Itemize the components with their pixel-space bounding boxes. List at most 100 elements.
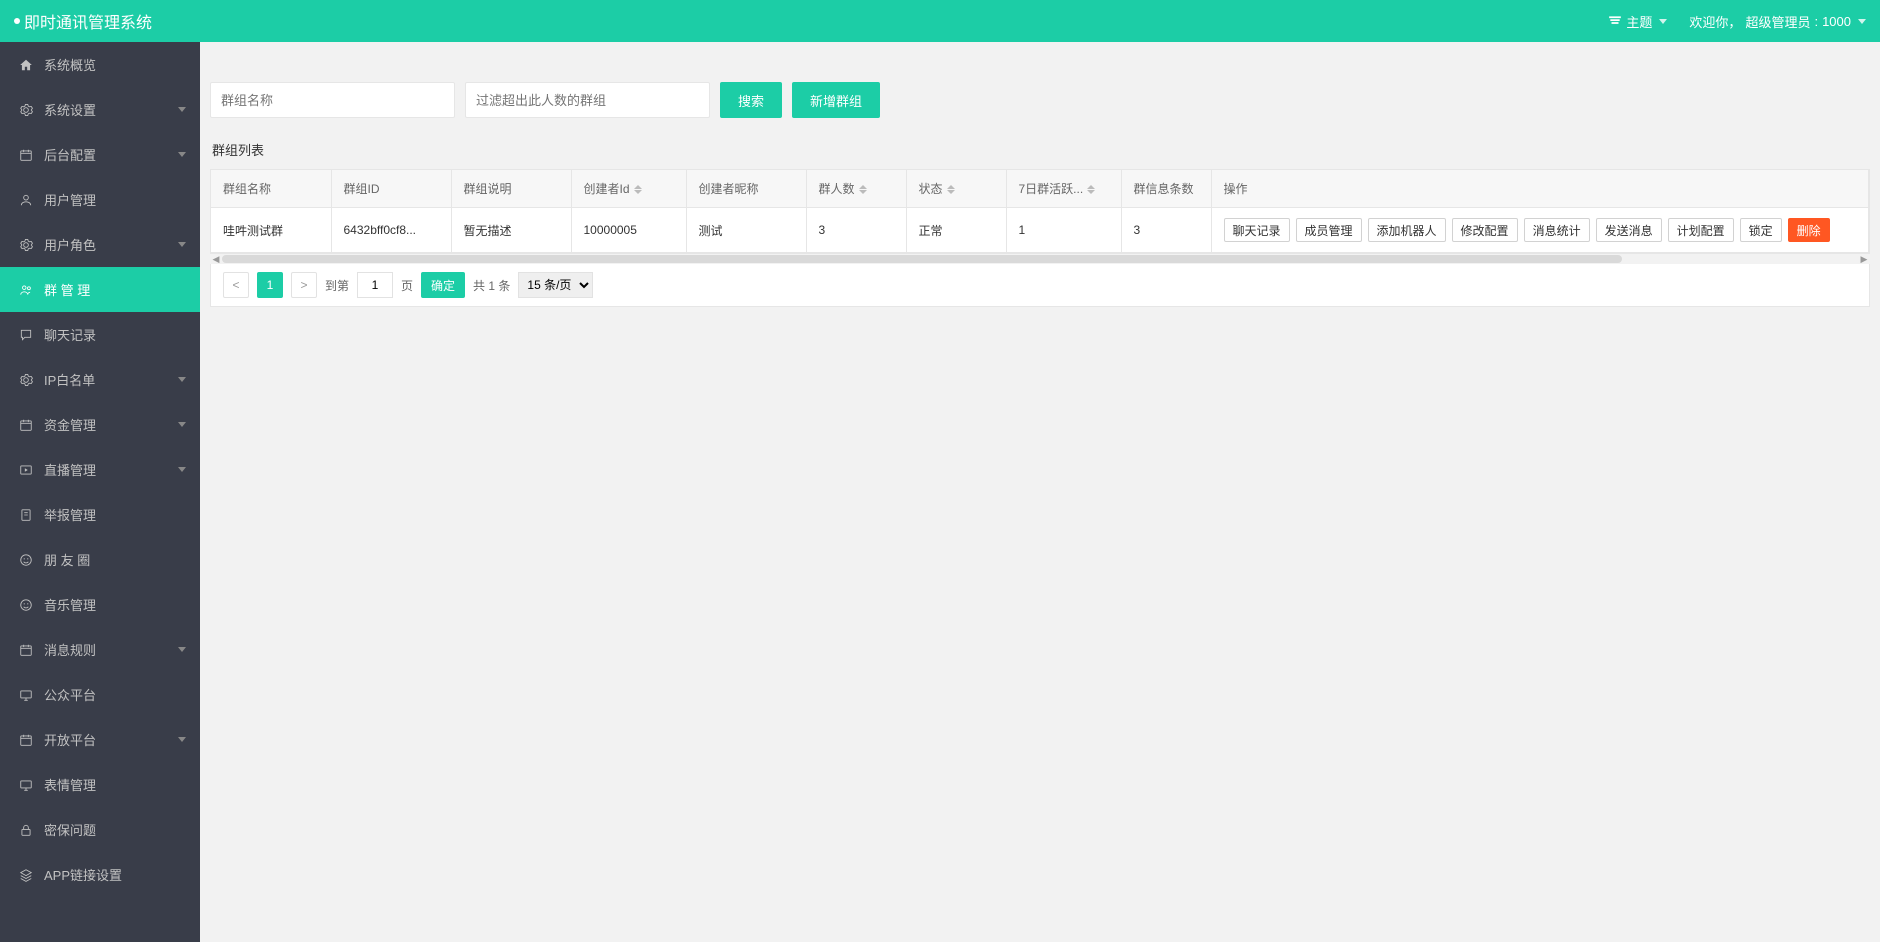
- sidebar-item-16[interactable]: 表情管理: [0, 762, 200, 807]
- sidebar-item-18[interactable]: APP链接设置: [0, 852, 200, 897]
- column-header[interactable]: 状态: [906, 170, 1006, 208]
- chevron-down-icon: [178, 647, 186, 652]
- goto-page-input[interactable]: [357, 272, 393, 298]
- sidebar-item-label: IP白名单: [44, 370, 95, 389]
- chevron-down-icon: [178, 107, 186, 112]
- sidebar-item-label: 朋 友 圈: [44, 550, 90, 569]
- table-cell: 哇吽测试群: [211, 208, 331, 253]
- sidebar-item-15[interactable]: 开放平台: [0, 717, 200, 762]
- goto-confirm-button[interactable]: 确定: [421, 272, 465, 298]
- scrollbar-thumb[interactable]: [222, 255, 1622, 263]
- home-icon: [18, 58, 34, 72]
- header-bar: 即时通讯管理系统 主题 欢迎你， 超级管理员 : 1000: [0, 0, 1880, 42]
- user-menu[interactable]: 欢迎你， 超级管理员 : 1000: [1689, 12, 1866, 31]
- lock-icon: [18, 823, 34, 837]
- theme-switcher[interactable]: 主题: [1608, 12, 1667, 31]
- action-button[interactable]: 锁定: [1740, 218, 1782, 242]
- scroll-right-arrow[interactable]: ▶: [1858, 254, 1870, 264]
- sidebar-item-14[interactable]: 公众平台: [0, 672, 200, 717]
- search-button[interactable]: 搜索: [720, 82, 782, 118]
- sidebar-item-8[interactable]: 资金管理: [0, 402, 200, 447]
- chevron-down-icon: [1659, 19, 1667, 24]
- group-name-input[interactable]: [210, 82, 455, 118]
- sidebar-item-10[interactable]: 举报管理: [0, 492, 200, 537]
- table-row: 哇吽测试群6432bff0cf8...暂无描述10000005测试3正常13聊天…: [211, 208, 1869, 253]
- sidebar-item-2[interactable]: 后台配置: [0, 132, 200, 177]
- table-title: 群组列表: [200, 130, 1880, 169]
- welcome-prefix: 欢迎你，: [1689, 12, 1741, 31]
- action-cell: 聊天记录成员管理添加机器人修改配置消息统计发送消息计划配置锁定删除: [1211, 208, 1869, 253]
- smile-icon: [18, 553, 34, 567]
- action-button[interactable]: 成员管理: [1296, 218, 1362, 242]
- sidebar-item-9[interactable]: 直播管理: [0, 447, 200, 492]
- table-cell: 暂无描述: [451, 208, 571, 253]
- sidebar-item-label: 系统概览: [44, 55, 96, 74]
- column-header[interactable]: 创建者Id: [571, 170, 686, 208]
- theme-label: 主题: [1626, 12, 1652, 31]
- page-number-button[interactable]: 1: [257, 272, 283, 298]
- toolbar: 搜索 新增群组: [200, 42, 1880, 130]
- sidebar-item-0[interactable]: 系统概览: [0, 42, 200, 87]
- column-header[interactable]: 群人数: [806, 170, 906, 208]
- gear-icon: [18, 103, 34, 117]
- action-button[interactable]: 删除: [1788, 218, 1830, 242]
- chevron-down-icon: [1858, 19, 1866, 24]
- chevron-down-icon: [178, 737, 186, 742]
- chevron-down-icon: [178, 377, 186, 382]
- total-text: 共 1 条: [473, 277, 510, 294]
- sidebar-item-5[interactable]: 群 管 理: [0, 267, 200, 312]
- action-button[interactable]: 计划配置: [1668, 218, 1734, 242]
- action-button[interactable]: 消息统计: [1524, 218, 1590, 242]
- sidebar-item-3[interactable]: 用户管理: [0, 177, 200, 222]
- user-icon: [18, 193, 34, 207]
- play-icon: [18, 463, 34, 477]
- action-button[interactable]: 发送消息: [1596, 218, 1662, 242]
- horizontal-scrollbar[interactable]: ◀ ▶: [210, 254, 1870, 264]
- app-title-text: 即时通讯管理系统: [24, 9, 152, 33]
- sidebar-item-label: 举报管理: [44, 505, 96, 524]
- goto-suffix: 页: [401, 277, 413, 294]
- sidebar-item-label: APP链接设置: [44, 865, 122, 884]
- sidebar-item-12[interactable]: 音乐管理: [0, 582, 200, 627]
- sidebar-item-17[interactable]: 密保问题: [0, 807, 200, 852]
- sidebar-item-label: 音乐管理: [44, 595, 96, 614]
- sidebar-item-label: 用户角色: [44, 235, 96, 254]
- sidebar-item-4[interactable]: 用户角色: [0, 222, 200, 267]
- chat-icon: [18, 328, 34, 342]
- calendar-icon: [18, 418, 34, 432]
- sidebar-item-7[interactable]: IP白名单: [0, 357, 200, 402]
- column-header: 群组说明: [451, 170, 571, 208]
- filter-count-input[interactable]: [465, 82, 710, 118]
- sidebar-item-6[interactable]: 聊天记录: [0, 312, 200, 357]
- goto-label: 到第: [325, 277, 349, 294]
- prev-page-button[interactable]: <: [223, 272, 249, 298]
- table-cell: 正常: [906, 208, 1006, 253]
- gear-icon: [18, 238, 34, 252]
- sidebar-item-label: 系统设置: [44, 100, 96, 119]
- chevron-down-icon: [178, 242, 186, 247]
- calendar-icon: [18, 643, 34, 657]
- gear-icon: [18, 373, 34, 387]
- scroll-left-arrow[interactable]: ◀: [210, 254, 222, 264]
- add-group-button[interactable]: 新增群组: [792, 82, 880, 118]
- sidebar-item-1[interactable]: 系统设置: [0, 87, 200, 132]
- sidebar: 系统概览系统设置后台配置用户管理用户角色群 管 理聊天记录 IP白名单资金管理直播…: [0, 42, 200, 942]
- action-button[interactable]: 聊天记录: [1224, 218, 1290, 242]
- action-button[interactable]: 添加机器人: [1368, 218, 1446, 242]
- table-cell: 10000005: [571, 208, 686, 253]
- sidebar-item-13[interactable]: 消息规则: [0, 627, 200, 672]
- sort-icon: [634, 185, 642, 194]
- column-header[interactable]: 7日群活跃...: [1006, 170, 1121, 208]
- sidebar-item-label: 资金管理: [44, 415, 96, 434]
- sidebar-item-11[interactable]: 朋 友 圈: [0, 537, 200, 582]
- pagination: < 1 > 到第 页 确定 共 1 条 15 条/页: [210, 264, 1870, 307]
- table-cell: 测试: [686, 208, 806, 253]
- theme-icon: [1608, 14, 1622, 28]
- action-button[interactable]: 修改配置: [1452, 218, 1518, 242]
- next-page-button[interactable]: >: [291, 272, 317, 298]
- monitor-icon: [18, 688, 34, 702]
- table-container: 群组名称群组ID群组说明创建者Id创建者昵称群人数状态7日群活跃...群信息条数…: [210, 169, 1870, 254]
- sidebar-item-label: 公众平台: [44, 685, 96, 704]
- table-cell: 1: [1006, 208, 1121, 253]
- page-size-select[interactable]: 15 条/页: [518, 272, 593, 298]
